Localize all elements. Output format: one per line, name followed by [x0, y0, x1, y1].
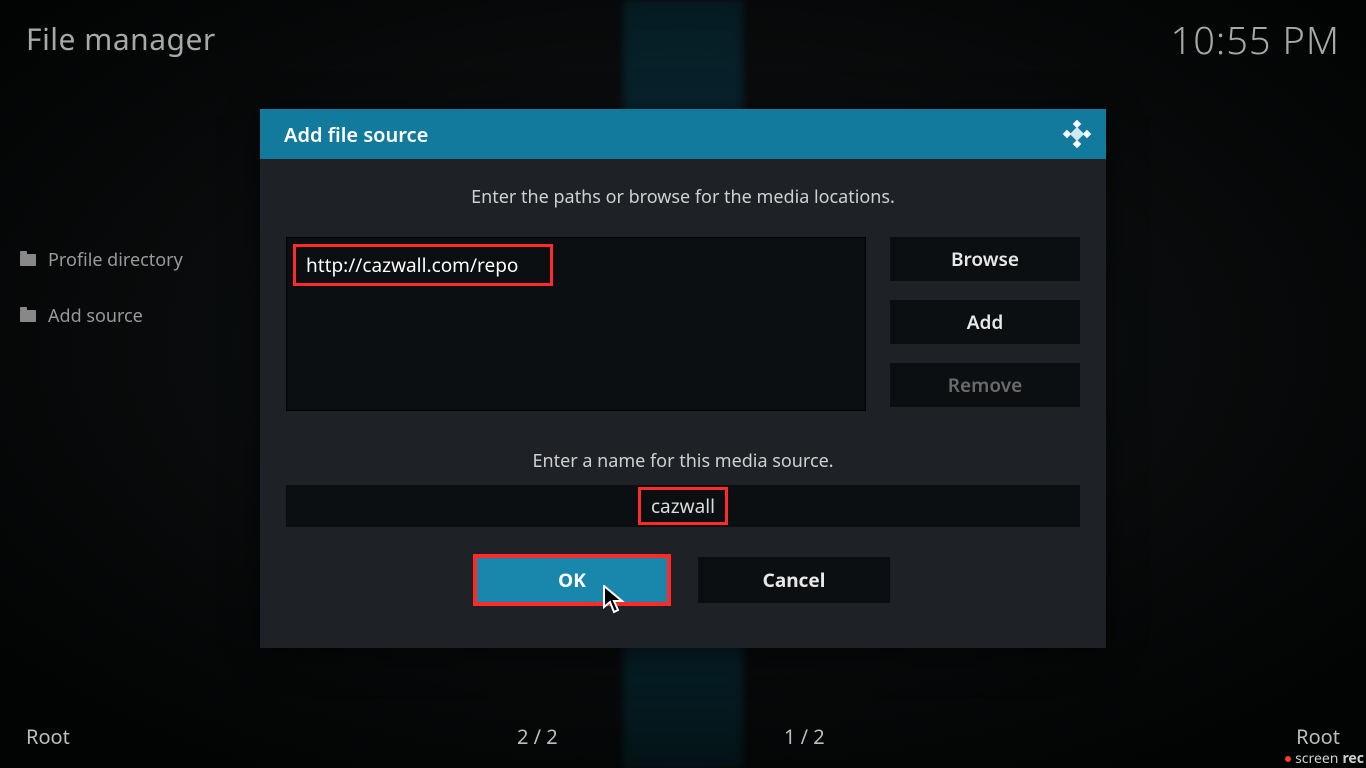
folder-icon [20, 310, 36, 322]
dialog-title: Add file source [284, 121, 428, 148]
dialog-titlebar: Add file source [260, 109, 1106, 159]
remove-button: Remove [890, 363, 1080, 407]
sidebar-item-profile-directory[interactable]: Profile directory [20, 248, 183, 272]
screenrec-brand1: screen [1295, 749, 1338, 768]
page-title: File manager [26, 18, 216, 59]
sidebar-item-add-source[interactable]: Add source [20, 304, 143, 328]
footer-right: Root [1296, 723, 1340, 750]
clock: 10:55 PM [1171, 14, 1340, 66]
footer-count-left: 2 / 2 [517, 723, 558, 750]
source-name-input[interactable]: cazwall [286, 485, 1080, 527]
sidebar-item-label: Add source [48, 304, 143, 328]
folder-icon [20, 254, 36, 266]
footer-left: Root [26, 723, 70, 750]
ok-button[interactable]: OK [476, 557, 668, 603]
paths-list[interactable]: http://cazwall.com/repo [286, 237, 866, 411]
source-name-value: cazwall [638, 487, 728, 525]
add-button[interactable]: Add [890, 300, 1080, 344]
name-prompt: Enter a name for this media source. [260, 449, 1106, 473]
paths-prompt: Enter the paths or browse for the media … [260, 185, 1106, 209]
screenrec-brand2: rec [1342, 749, 1364, 768]
kodi-icon [1062, 119, 1092, 149]
footer-count-right: 1 / 2 [784, 723, 825, 750]
record-dot-icon [1285, 756, 1291, 762]
screenrec-watermark: screenrec [1285, 749, 1364, 768]
path-input[interactable]: http://cazwall.com/repo [293, 244, 553, 286]
browse-button[interactable]: Browse [890, 237, 1080, 281]
cancel-button[interactable]: Cancel [698, 557, 890, 603]
sidebar-item-label: Profile directory [48, 248, 183, 272]
add-file-source-dialog: Add file source Enter the paths or brows… [260, 109, 1106, 648]
